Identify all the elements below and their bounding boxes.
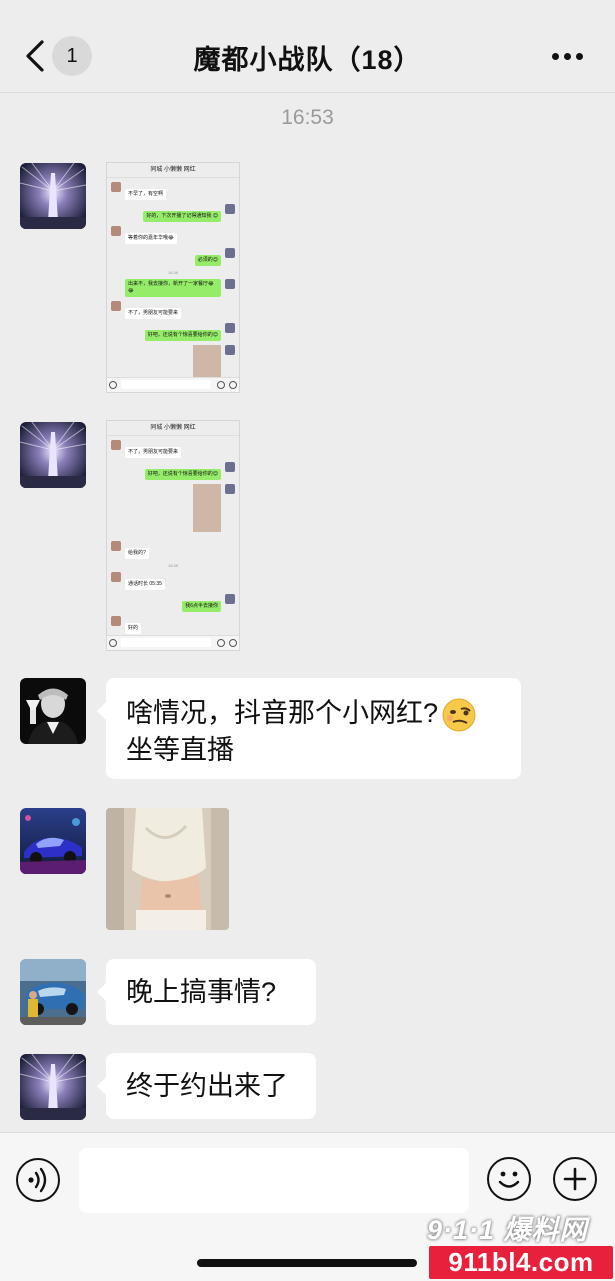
image-message[interactable] [106, 808, 229, 930]
screenshot-message-row: 不了，男朋友可能要来 [111, 301, 235, 319]
avatar[interactable] [20, 422, 86, 488]
voice-icon [28, 1167, 47, 1193]
screenshot-message-text: 好的 [125, 623, 142, 634]
avatar [225, 594, 235, 604]
screenshot-message-text: 不早了，有空啊 [125, 189, 167, 200]
screenshot-message-row: 出来不，我去接你，新开了一家餐厅😂😂 [111, 279, 235, 297]
screenshot-message-row: 必须的😊 [111, 248, 235, 266]
screenshot-message-row: 我6点半去接你 [111, 594, 235, 612]
message-bubble[interactable]: 啥情况，抖音那个小网红? 坐等直播 [97, 678, 521, 779]
screenshot-message-text: 不了，男朋友可能要来 [125, 308, 182, 319]
screenshot-messages: 不了，男朋友可能要来好吧，还说有个惊喜要给你的😊 给我的? 16:45 通话时长 05… [107, 440, 239, 634]
screenshot-input-bar [107, 377, 239, 392]
message-text: 终于约出来了 [126, 1071, 288, 1101]
screenshot-message-row: 等着你的嘉年华哦😂 [111, 226, 235, 244]
message-text: 晚上搞事情? [126, 977, 277, 1007]
avatar [111, 440, 121, 450]
site-watermark: 9·1·1 爆料网 911bl4.com [427, 1208, 613, 1280]
emoji-icon [498, 1171, 520, 1188]
avatar [225, 484, 235, 494]
screenshot-message-text: 等着你的嘉年华哦😂 [125, 233, 177, 244]
home-indicator [197, 1259, 417, 1267]
avatar[interactable] [20, 808, 86, 874]
message-input[interactable] [79, 1148, 469, 1213]
smirk-emoji-icon [442, 698, 476, 732]
message-text: 坐等直播 [126, 734, 234, 765]
screenshot-input-bar [107, 635, 239, 650]
screenshot-message-text: 必须的😊 [194, 255, 221, 266]
avatar [225, 323, 235, 333]
avatar[interactable] [20, 678, 86, 744]
screenshot-message-text: 我6点半去接你 [182, 601, 221, 612]
avatar [111, 182, 121, 192]
screenshot-messages: 不早了，有空啊好的，下次开播了记得通知我 😊 等着你的嘉年华哦😂 必须的😊 16:36… [107, 182, 239, 392]
plus-icon [563, 1167, 587, 1191]
message-bubble[interactable]: 终于约出来了 [97, 1053, 316, 1119]
screenshot-message-row: 给我的? [111, 541, 235, 559]
watermark-url: 911bl4.com [429, 1246, 613, 1279]
screenshot-message-text: 好的，下次开播了记得通知我 😊 [143, 211, 221, 222]
avatar[interactable] [20, 959, 86, 1025]
avatar [111, 226, 121, 236]
avatar [111, 301, 121, 311]
screenshot-message-row: 好吧，还说有个惊喜要给你的😊 [111, 462, 235, 480]
screenshot-timestamp: 16:36 [167, 270, 178, 275]
more-options-button[interactable] [550, 50, 586, 64]
screenshot-message-row: 好吧，还说有个惊喜要给你的😊 [111, 323, 235, 341]
screenshot-message-row: 不早了，有空啊 [111, 182, 235, 200]
watermark-logo-text: 9·1·1 爆料网 [427, 1215, 588, 1245]
screenshot-message-row [111, 484, 235, 537]
avatar [225, 248, 235, 258]
avatar [225, 462, 235, 472]
avatar[interactable] [20, 1054, 86, 1120]
avatar [111, 541, 121, 551]
avatar [111, 616, 121, 626]
screenshot-message-row: 不了，男朋友可能要来 [111, 440, 235, 458]
screenshot-message-text: 好吧，还说有个惊喜要给你的😊 [144, 469, 221, 480]
avatar [111, 572, 121, 582]
more-functions-button[interactable] [553, 1157, 597, 1201]
voice-button[interactable] [16, 1158, 60, 1202]
chat-header: 1 魔都小战队（18） [0, 0, 615, 93]
more-dots-icon [552, 53, 559, 60]
unread-count-badge[interactable]: 1 [52, 36, 92, 76]
shared-screenshot-1[interactable]: 同城 小懒懒 网红 不早了，有空啊好的，下次开播了记得通知我 😊 等着你的嘉年华哦… [106, 162, 240, 393]
screenshot-message-text: 好吧，还说有个惊喜要给你的😊 [144, 330, 221, 341]
screenshot-message-text: 通话时长 05:35 [125, 579, 165, 590]
message-timestamp: 16:53 [281, 106, 334, 129]
screenshot-message-text: 不了，男朋友可能要来 [125, 447, 182, 458]
avatar[interactable] [20, 163, 86, 229]
screenshot-chat-title: 同城 小懒懒 网红 [107, 163, 239, 178]
screenshot-message-text: 出来不，我去接你，新开了一家餐厅😂😂 [125, 279, 221, 297]
chevron-left-icon [26, 40, 44, 72]
avatar [225, 279, 235, 289]
emoji-button[interactable] [487, 1157, 531, 1201]
message-bubble[interactable]: 晚上搞事情? [97, 959, 316, 1025]
avatar [225, 345, 235, 355]
screenshot-timestamp: 16:45 [167, 563, 178, 568]
screenshot-message-text: 给我的? [125, 548, 149, 559]
screenshot-image-thumbnail [193, 484, 221, 532]
screenshot-message-row: 通话时长 05:35 [111, 572, 235, 590]
chat-title: 魔都小战队（18） [193, 45, 422, 75]
screenshot-chat-title: 同城 小懒懒 网红 [107, 421, 239, 436]
message-text: 啥情况，抖音那个小网红? [126, 698, 439, 728]
avatar [225, 204, 235, 214]
back-button[interactable] [18, 34, 52, 78]
screenshot-message-row: 好的，下次开播了记得通知我 😊 [111, 204, 235, 222]
shared-screenshot-2[interactable]: 同城 小懒懒 网红 不了，男朋友可能要来好吧，还说有个惊喜要给你的😊 给我的? 16… [106, 420, 240, 651]
screenshot-message-row: 好的 [111, 616, 235, 634]
